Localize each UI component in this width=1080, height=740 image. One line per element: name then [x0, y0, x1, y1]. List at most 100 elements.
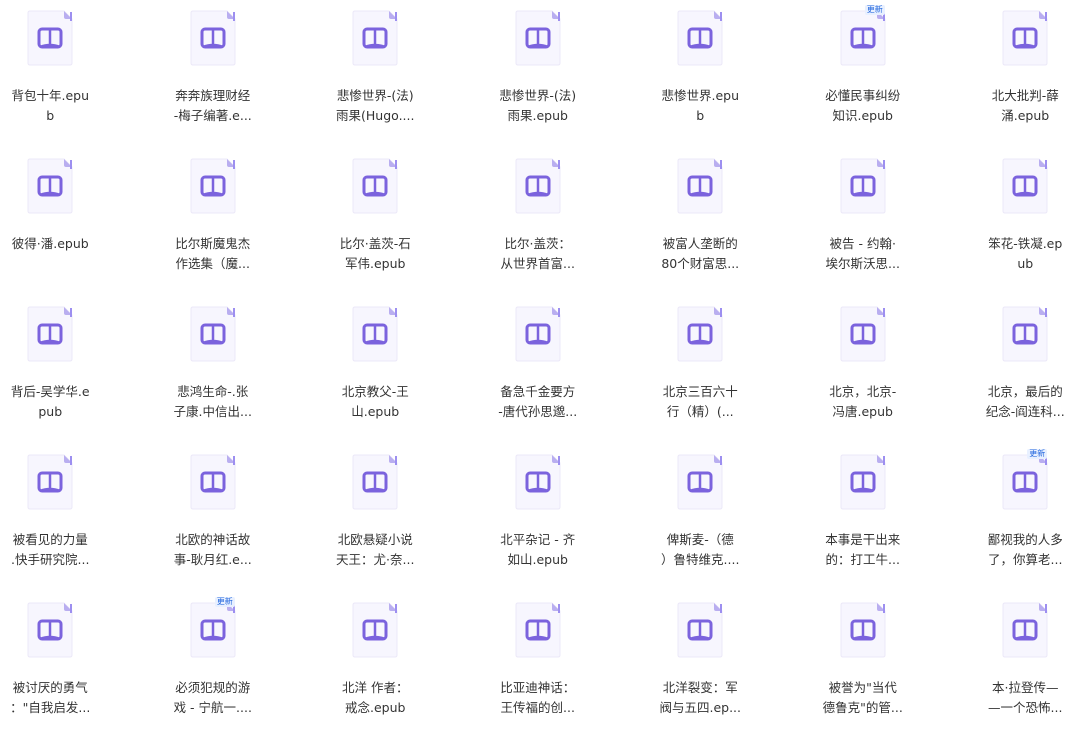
file-name[interactable]: 北大批判-薛 涌.epub [977, 86, 1073, 126]
epub-book-icon[interactable] [514, 305, 562, 363]
file-item[interactable]: 被看见的力量 .快手研究院... [0, 444, 132, 592]
file-item[interactable]: 北京三百六十 行（精）(... [619, 296, 782, 444]
epub-book-icon[interactable] [514, 157, 562, 215]
file-name[interactable]: 北欧的神话故 事-耿月红.e... [165, 530, 261, 570]
epub-book-icon[interactable] [839, 453, 887, 511]
file-name[interactable]: 悲惨世界.epu b [652, 86, 748, 126]
file-item[interactable]: 被告 - 约翰· 埃尔斯沃思... [782, 148, 945, 296]
epub-book-icon[interactable] [189, 9, 237, 67]
file-name[interactable]: 悲鸿生命-.张 子康.中信出... [165, 382, 261, 422]
epub-book-icon[interactable] [1001, 601, 1049, 659]
file-item[interactable]: 北洋裂变：军 阀与五四.ep... [619, 592, 782, 740]
epub-book-icon[interactable] [514, 453, 562, 511]
file-item[interactable]: 更新 必须犯规的游戏 - 宁航一.... [132, 592, 295, 740]
file-item[interactable]: 北欧的神话故 事-耿月红.e... [132, 444, 295, 592]
file-name[interactable]: 被富人垄断的 80个财富思... [652, 234, 748, 274]
epub-book-icon[interactable] [26, 305, 74, 363]
file-name[interactable]: 笨花-铁凝.ep ub [977, 234, 1073, 274]
file-name[interactable]: 本事是干出来 的：打工牛... [815, 530, 911, 570]
epub-book-icon[interactable] [189, 157, 237, 215]
epub-book-icon[interactable] [1001, 305, 1049, 363]
epub-book-icon[interactable] [514, 9, 562, 67]
file-item[interactable]: 背后-吴学华.e pub [0, 296, 132, 444]
epub-book-icon[interactable] [189, 305, 237, 363]
epub-book-icon[interactable] [351, 453, 399, 511]
file-item[interactable]: 被讨厌的勇气 ："自我启发... [0, 592, 132, 740]
file-item[interactable]: 本事是干出来 的：打工牛... [782, 444, 945, 592]
epub-book-icon[interactable] [839, 305, 887, 363]
file-name[interactable]: 背包十年.epu b [2, 86, 98, 126]
file-item[interactable]: 北京，最后的 纪念-阎连科... [944, 296, 1080, 444]
file-name[interactable]: 被誉为"当代 德鲁克"的管... [815, 678, 911, 718]
file-item[interactable]: 备急千金要方 -唐代孙思邈... [457, 296, 620, 444]
file-item[interactable]: 被誉为"当代 德鲁克"的管... [782, 592, 945, 740]
file-name[interactable]: 北平杂记 - 齐如山.epub [490, 530, 586, 570]
file-name[interactable]: 备急千金要方 -唐代孙思邈... [490, 382, 586, 422]
file-item[interactable]: 比亚迪神话： 王传福的创... [457, 592, 620, 740]
file-name[interactable]: 鄙视我的人多 了，你算老... [977, 530, 1073, 570]
file-item[interactable]: 奔奔族理财经 -梅子编著.e... [132, 0, 295, 148]
file-item[interactable]: 北欧悬疑小说 天王：尤·奈... [294, 444, 457, 592]
file-name[interactable]: 比尔斯魔鬼杰 作选集（魔... [165, 234, 261, 274]
file-name[interactable]: 被讨厌的勇气 ："自我启发... [2, 678, 98, 718]
file-name[interactable]: 被看见的力量 .快手研究院... [2, 530, 98, 570]
file-item[interactable]: 悲鸿生命-.张 子康.中信出... [132, 296, 295, 444]
epub-book-icon[interactable] [189, 601, 237, 659]
file-name[interactable]: 彼得·潘.epub [2, 234, 98, 254]
epub-book-icon[interactable] [1001, 453, 1049, 511]
file-name[interactable]: 被告 - 约翰· 埃尔斯沃思... [815, 234, 911, 274]
epub-book-icon[interactable] [514, 601, 562, 659]
file-name[interactable]: 北京，北京- 冯唐.epub [815, 382, 911, 422]
epub-book-icon[interactable] [26, 601, 74, 659]
file-name[interactable]: 悲惨世界-(法) 雨果.epub [490, 86, 586, 126]
file-name[interactable]: 必须犯规的游戏 - 宁航一.... [165, 678, 261, 718]
file-name[interactable]: 本·拉登传— —一个恐怖... [977, 678, 1073, 718]
epub-book-icon[interactable] [839, 9, 887, 67]
file-name[interactable]: 北京教父-王 山.epub [327, 382, 423, 422]
epub-book-icon[interactable] [351, 305, 399, 363]
file-item[interactable]: 北京教父-王 山.epub [294, 296, 457, 444]
file-name[interactable]: 比尔·盖茨： 从世界首富... [490, 234, 586, 274]
epub-book-icon[interactable] [676, 453, 724, 511]
file-item[interactable]: 俾斯麦-（德 ）鲁特维克.... [619, 444, 782, 592]
file-name[interactable]: 奔奔族理财经 -梅子编著.e... [165, 86, 261, 126]
file-item[interactable]: 北大批判-薛 涌.epub [944, 0, 1080, 148]
file-item[interactable]: 彼得·潘.epub [0, 148, 132, 296]
epub-book-icon[interactable] [839, 601, 887, 659]
file-item[interactable]: 笨花-铁凝.ep ub [944, 148, 1080, 296]
file-item[interactable]: 比尔·盖茨-石 军伟.epub [294, 148, 457, 296]
epub-book-icon[interactable] [1001, 9, 1049, 67]
file-item[interactable]: 悲惨世界-(法) 雨果.epub [457, 0, 620, 148]
file-name[interactable]: 北洋裂变：军 阀与五四.ep... [652, 678, 748, 718]
file-item[interactable]: 北平杂记 - 齐如山.epub [457, 444, 620, 592]
epub-book-icon[interactable] [676, 9, 724, 67]
file-item[interactable]: 更新 必懂民事纠纷 知识.epub [782, 0, 945, 148]
file-name[interactable]: 悲惨世界-(法) 雨果(Hugo.... [327, 86, 423, 126]
file-item[interactable]: 比尔·盖茨： 从世界首富... [457, 148, 620, 296]
file-name[interactable]: 北京，最后的 纪念-阎连科... [977, 382, 1073, 422]
file-item[interactable]: 悲惨世界-(法) 雨果(Hugo.... [294, 0, 457, 148]
epub-book-icon[interactable] [839, 157, 887, 215]
epub-book-icon[interactable] [351, 157, 399, 215]
file-name[interactable]: 比尔·盖茨-石 军伟.epub [327, 234, 423, 274]
file-name[interactable]: 北京三百六十 行（精）(... [652, 382, 748, 422]
file-item[interactable]: 北京，北京- 冯唐.epub [782, 296, 945, 444]
epub-book-icon[interactable] [26, 9, 74, 67]
file-item[interactable]: 本·拉登传— —一个恐怖... [944, 592, 1080, 740]
file-item[interactable]: 背包十年.epu b [0, 0, 132, 148]
epub-book-icon[interactable] [189, 453, 237, 511]
epub-book-icon[interactable] [26, 453, 74, 511]
file-item[interactable]: 悲惨世界.epu b [619, 0, 782, 148]
file-item[interactable]: 比尔斯魔鬼杰 作选集（魔... [132, 148, 295, 296]
epub-book-icon[interactable] [676, 157, 724, 215]
epub-book-icon[interactable] [351, 601, 399, 659]
file-item[interactable]: 被富人垄断的 80个财富思... [619, 148, 782, 296]
epub-book-icon[interactable] [26, 157, 74, 215]
file-item[interactable]: 北洋 作者： 戒念.epub [294, 592, 457, 740]
file-item[interactable]: 更新 鄙视我的人多 了，你算老... [944, 444, 1080, 592]
epub-book-icon[interactable] [351, 9, 399, 67]
file-name[interactable]: 比亚迪神话： 王传福的创... [490, 678, 586, 718]
file-name[interactable]: 背后-吴学华.e pub [2, 382, 98, 422]
file-name[interactable]: 必懂民事纠纷 知识.epub [815, 86, 911, 126]
epub-book-icon[interactable] [1001, 157, 1049, 215]
